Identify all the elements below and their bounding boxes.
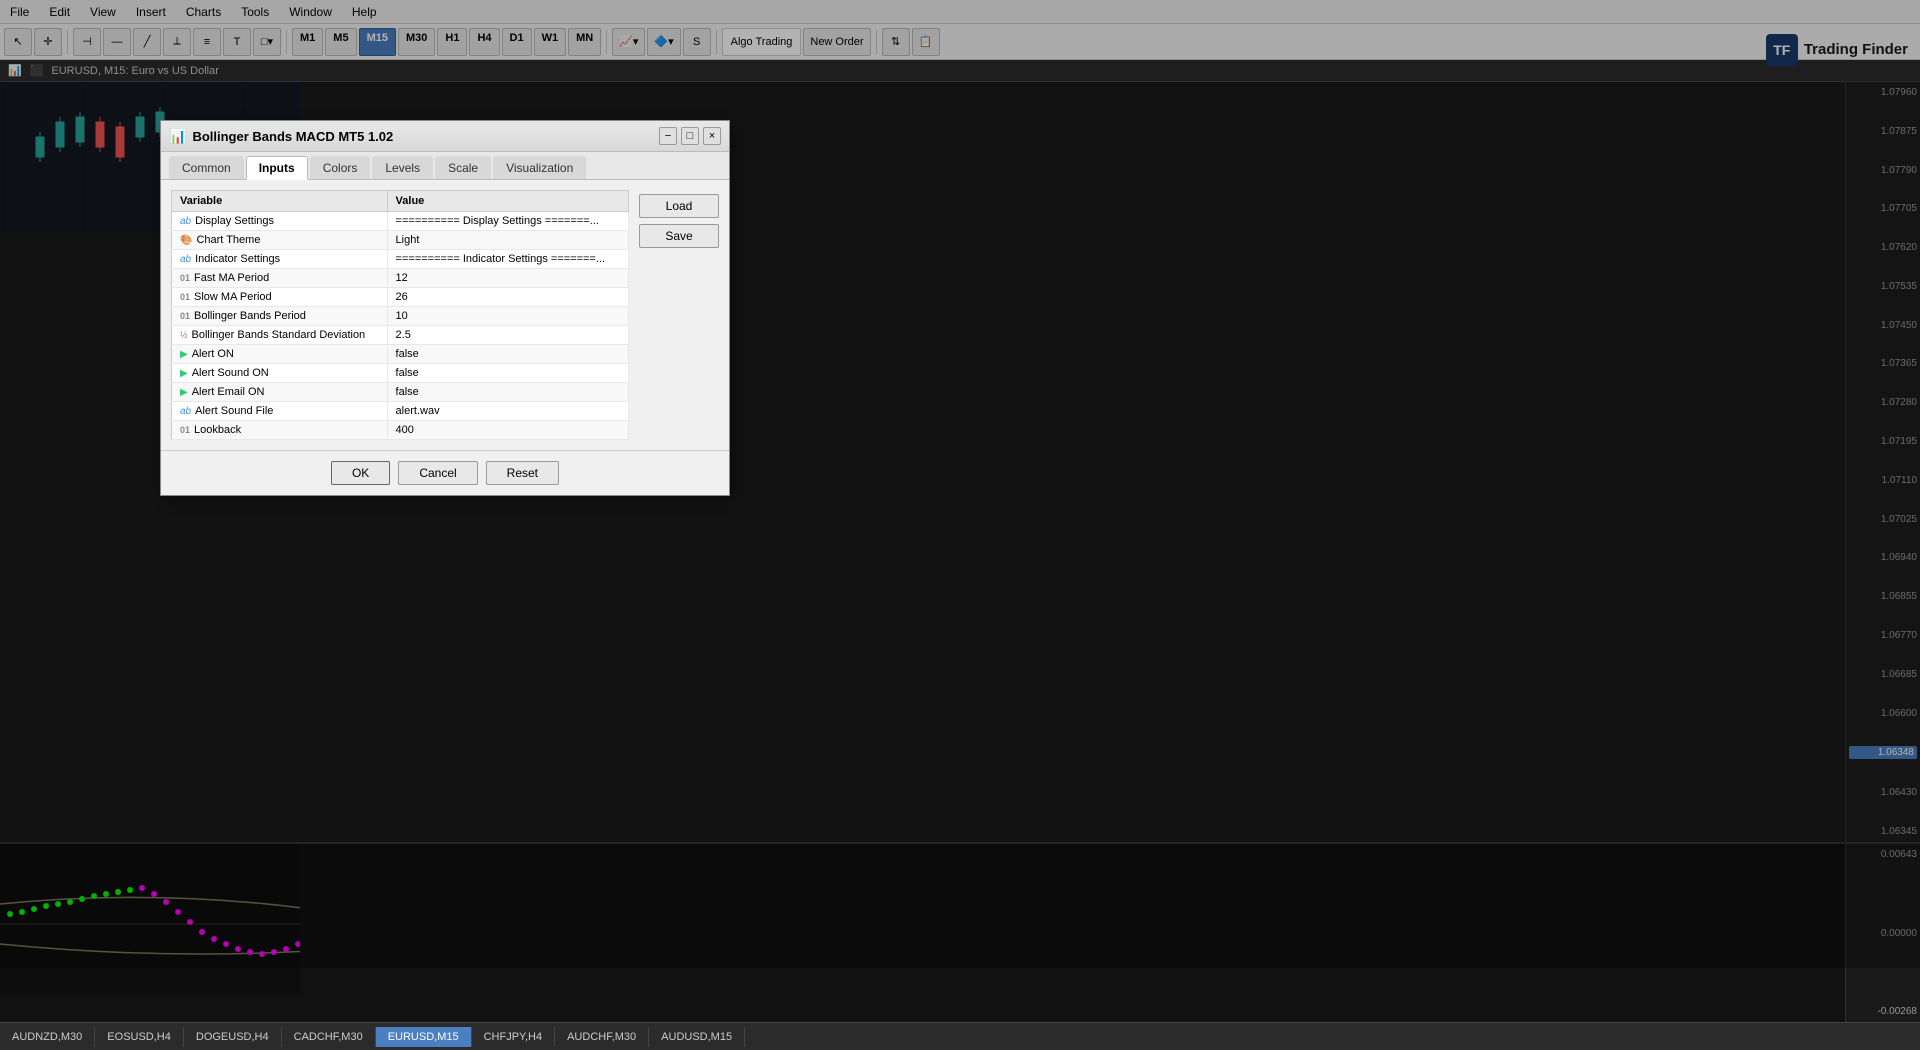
- table-cell-variable: ▶ Alert Sound ON: [172, 364, 388, 383]
- icon-arr: ▶: [180, 368, 188, 379]
- dialog-controls: − □ ×: [659, 127, 721, 145]
- variable-name: Lookback: [194, 424, 241, 436]
- icon-theme: 🎨: [180, 235, 192, 246]
- variable-name: Display Settings: [195, 215, 274, 227]
- load-btn[interactable]: Load: [639, 194, 719, 218]
- bottom-tab-dogeusd-h4[interactable]: DOGEUSD,H4: [184, 1027, 282, 1047]
- bottom-tab-cadchf-m30[interactable]: CADCHF,M30: [282, 1027, 376, 1047]
- variable-name: Bollinger Bands Standard Deviation: [192, 329, 366, 341]
- table-cell-value[interactable]: 26: [387, 288, 628, 307]
- table-cell-variable: 01 Bollinger Bands Period: [172, 307, 388, 326]
- dialog-bottom: OK Cancel Reset: [161, 450, 729, 495]
- table-cell-value[interactable]: 12: [387, 269, 628, 288]
- table-row[interactable]: 01 Fast MA Period 12: [172, 269, 629, 288]
- table-cell-variable: 01 Slow MA Period: [172, 288, 388, 307]
- dialog-content: Variable Value ab Display Settings =======…: [161, 180, 729, 450]
- dialog-overlay: 📊 Bollinger Bands MACD MT5 1.02 − □ × Co…: [0, 0, 1920, 968]
- table-cell-variable: 01 Fast MA Period: [172, 269, 388, 288]
- icon-ab: ab: [180, 406, 191, 417]
- table-cell-variable: ab Indicator Settings: [172, 250, 388, 269]
- table-cell-value[interactable]: alert.wav: [387, 402, 628, 421]
- variable-name: Fast MA Period: [194, 272, 269, 284]
- table-cell-variable: 01 Lookback: [172, 421, 388, 440]
- bottom-tab-audnzd-m30[interactable]: AUDNZD,M30: [0, 1027, 95, 1047]
- table-row[interactable]: ▶ Alert ON false: [172, 345, 629, 364]
- dialog-tab-levels[interactable]: Levels: [372, 156, 433, 179]
- icon-ab: ab: [180, 254, 191, 265]
- table-cell-variable: ab Alert Sound File: [172, 402, 388, 421]
- dialog-title-bar[interactable]: 📊 Bollinger Bands MACD MT5 1.02 − □ ×: [161, 121, 729, 152]
- dialog-tab-scale[interactable]: Scale: [435, 156, 491, 179]
- table-row[interactable]: ab Display Settings ========== Display Set…: [172, 212, 629, 231]
- dialog-tab-inputs[interactable]: Inputs: [246, 156, 308, 180]
- dialog-close-btn[interactable]: ×: [703, 127, 721, 145]
- table-row[interactable]: 🎨 Chart Theme Light: [172, 231, 629, 250]
- table-cell-variable: ▶ Alert Email ON: [172, 383, 388, 402]
- variable-name: Bollinger Bands Period: [194, 310, 306, 322]
- table-row[interactable]: ½ Bollinger Bands Standard Deviation 2.5: [172, 326, 629, 345]
- table-row[interactable]: 01 Bollinger Bands Period 10: [172, 307, 629, 326]
- dialog-tab-colors[interactable]: Colors: [310, 156, 371, 179]
- inputs-table: Variable Value ab Display Settings =======…: [171, 190, 629, 440]
- dialog: 📊 Bollinger Bands MACD MT5 1.02 − □ × Co…: [160, 120, 730, 496]
- ind-scale-3: -0.00268: [1849, 1006, 1917, 1017]
- table-row[interactable]: ▶ Alert Sound ON false: [172, 364, 629, 383]
- table-cell-value[interactable]: ========== Display Settings =======...: [387, 212, 628, 231]
- icon-01: 01: [180, 311, 190, 321]
- variable-name: Alert Sound File: [195, 405, 273, 417]
- icon-ab: ab: [180, 216, 191, 227]
- table-row[interactable]: 01 Lookback 400: [172, 421, 629, 440]
- icon-01: 01: [180, 273, 190, 283]
- icon-01: 01: [180, 292, 190, 302]
- icon-arr: ▶: [180, 349, 188, 360]
- table-cell-variable: ½ Bollinger Bands Standard Deviation: [172, 326, 388, 345]
- dialog-title: Bollinger Bands MACD MT5 1.02: [192, 129, 393, 144]
- table-row[interactable]: 01 Slow MA Period 26: [172, 288, 629, 307]
- table-cell-variable: 🎨 Chart Theme: [172, 231, 388, 250]
- table-row[interactable]: ▶ Alert Email ON false: [172, 383, 629, 402]
- dialog-tabs: CommonInputsColorsLevelsScaleVisualizati…: [161, 152, 729, 180]
- variable-name: Chart Theme: [196, 234, 260, 246]
- cancel-btn[interactable]: Cancel: [398, 461, 477, 485]
- reset-btn[interactable]: Reset: [486, 461, 559, 485]
- variable-name: Indicator Settings: [195, 253, 280, 265]
- variable-name: Alert Sound ON: [192, 367, 269, 379]
- save-btn[interactable]: Save: [639, 224, 719, 248]
- dialog-maximize-btn[interactable]: □: [681, 127, 699, 145]
- bottom-tab-eurusd-m15[interactable]: EURUSD,M15: [376, 1027, 472, 1047]
- bottom-tabs: AUDNZD,M30EOSUSD,H4DOGEUSD,H4CADCHF,M30E…: [0, 1022, 1920, 1050]
- table-cell-variable: ab Display Settings: [172, 212, 388, 231]
- bottom-tab-eosusd-h4[interactable]: EOSUSD,H4: [95, 1027, 184, 1047]
- table-cell-variable: ▶ Alert ON: [172, 345, 388, 364]
- dialog-tab-common[interactable]: Common: [169, 156, 244, 179]
- table-cell-value[interactable]: Light: [387, 231, 628, 250]
- icon-frac: ½: [180, 330, 188, 340]
- table-cell-value[interactable]: 400: [387, 421, 628, 440]
- table-cell-value[interactable]: false: [387, 364, 628, 383]
- icon-01: 01: [180, 425, 190, 435]
- bottom-tab-audusd-m15[interactable]: AUDUSD,M15: [649, 1027, 745, 1047]
- icon-arr: ▶: [180, 387, 188, 398]
- col-variable: Variable: [172, 191, 388, 212]
- variable-name: Alert ON: [192, 348, 234, 360]
- table-cell-value[interactable]: false: [387, 383, 628, 402]
- table-cell-value[interactable]: 10: [387, 307, 628, 326]
- table-cell-value[interactable]: 2.5: [387, 326, 628, 345]
- bottom-tab-chfjpy-h4[interactable]: CHFJPY,H4: [472, 1027, 555, 1047]
- dialog-minimize-btn[interactable]: −: [659, 127, 677, 145]
- variable-name: Alert Email ON: [192, 386, 265, 398]
- col-value: Value: [387, 191, 628, 212]
- table-cell-value[interactable]: false: [387, 345, 628, 364]
- table-cell-value[interactable]: ========== Indicator Settings =======...: [387, 250, 628, 269]
- variable-name: Slow MA Period: [194, 291, 272, 303]
- dialog-icon: 📊: [169, 128, 186, 145]
- table-row[interactable]: ab Alert Sound File alert.wav: [172, 402, 629, 421]
- ok-btn[interactable]: OK: [331, 461, 390, 485]
- dialog-tab-visualization[interactable]: Visualization: [493, 156, 586, 179]
- bottom-tab-audchf-m30[interactable]: AUDCHF,M30: [555, 1027, 649, 1047]
- table-row[interactable]: ab Indicator Settings ========== Indicator…: [172, 250, 629, 269]
